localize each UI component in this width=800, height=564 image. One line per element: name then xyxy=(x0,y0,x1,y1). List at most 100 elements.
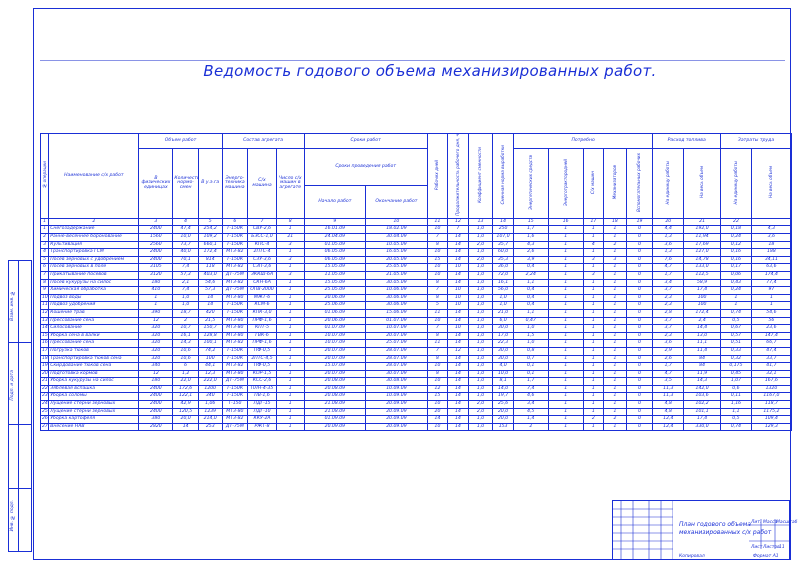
table-cell: 8 xyxy=(426,293,449,303)
table-cell: КПС-4 xyxy=(247,240,277,250)
table-cell: 20.05.09 xyxy=(365,255,428,265)
table-cell: 390 xyxy=(138,308,174,318)
table-cell: 1 xyxy=(547,270,584,280)
table-cell: 1 xyxy=(275,301,305,310)
table-cell: 70,1 xyxy=(172,255,199,265)
table-cell: 1 xyxy=(582,316,605,326)
table-cell: 14 xyxy=(447,407,469,417)
header-tractor: Энерго-техника машина xyxy=(221,147,249,220)
title-block: План годового объема механизированных с/… xyxy=(612,500,797,560)
table-cell: 16.05.09 xyxy=(365,248,428,257)
table-cell: 0,45 xyxy=(720,369,752,379)
table-cell: 12 xyxy=(138,316,174,326)
table-cell: 1 xyxy=(547,400,584,409)
table-cell: 01.09.09 xyxy=(303,415,367,424)
table-cell: 2,0 xyxy=(467,400,494,409)
table-cell: 14 xyxy=(447,308,469,318)
table-row: 13 Прессование сена 12 2 21,5 МТЗ-80 ПРФ-1,6 1 2… xyxy=(39,316,793,326)
table-cell: 320 xyxy=(138,339,174,348)
table-cell: 57,3 xyxy=(172,270,199,280)
table-cell: 1 xyxy=(275,331,305,341)
column-number: 10 xyxy=(365,218,428,227)
table-row: 24 Лущение стерни зерновых 2400 42,9 1,06 Т-1… xyxy=(39,400,793,409)
table-cell: 320 xyxy=(138,324,174,333)
table-cell: 1 xyxy=(547,248,584,257)
table-cell: 10 xyxy=(426,225,449,234)
table-cell: РЖТ-8 xyxy=(247,422,277,432)
table-cell: 0 xyxy=(625,255,654,265)
table-cell: 129,3 xyxy=(750,422,793,432)
table-cell: 2,9 xyxy=(652,346,685,356)
table-cell: 1 xyxy=(275,354,305,364)
table-cell: 24.04.09 xyxy=(303,233,367,242)
table-cell: КСМ-6 xyxy=(247,301,277,310)
table-cell: 133,0 xyxy=(683,263,722,272)
operation-name: Посев зерновых в поле xyxy=(48,263,140,272)
table-cell: 172,4 xyxy=(197,248,223,257)
column-number: 3 xyxy=(138,218,174,227)
table-cell: 20.09.09 xyxy=(365,407,428,417)
header-vol-norm: Количество нормо-смен xyxy=(172,147,199,220)
side-label-inv: Инв. № подл. xyxy=(10,500,15,532)
table-cell: 1 xyxy=(603,286,627,295)
operation-name: Лущение стерни зерновых xyxy=(48,407,140,417)
operation-name: Транспортировка ГСМ xyxy=(48,248,140,257)
table-cell: 25.05.09 xyxy=(365,263,428,272)
table-cell: 2,4 xyxy=(683,316,722,326)
table-cell: 30,0 xyxy=(492,346,514,356)
table-cell: Т-150К xyxy=(221,240,249,250)
table-cell: 25,6 xyxy=(492,400,514,409)
operation-name: Внесение НАВ xyxy=(48,422,140,432)
table-row: 1 Снегозадержание 2400 47,4 254,2 Т-150К СВУ-2… xyxy=(39,225,793,234)
table-cell: 1 xyxy=(603,346,627,356)
table-cell: 174,4 xyxy=(750,270,793,280)
table-row: 22 Зяблевая вспашка 2400 172,6 1200 Т-150К ПЛН… xyxy=(39,384,793,394)
header-need-aux: Вспомогательных рабочих xyxy=(636,152,642,212)
table-cell: 10 xyxy=(447,293,469,303)
table-cell: МТЗ-80 xyxy=(221,331,249,341)
table-cell: 340 xyxy=(197,392,223,402)
table-cell: 14,78 xyxy=(683,255,722,265)
table-cell: ПРФ-1,6 xyxy=(247,339,277,348)
table-cell: 17,4 xyxy=(683,286,722,295)
table-cell: МТЗ-82 xyxy=(221,278,249,288)
table-cell: 30.06.09 xyxy=(365,301,428,310)
table-cell: 320 xyxy=(138,331,174,341)
operation-name: Посев кукурузы на силос xyxy=(48,278,140,288)
table-cell: 2,0 xyxy=(467,240,494,250)
table-cell: 1,0 xyxy=(467,362,494,371)
table-cell: 1 xyxy=(39,225,50,234)
table-cell: 44,1 xyxy=(197,362,223,371)
table-cell: ЛДГ-15 xyxy=(247,400,277,409)
column-number: 13 xyxy=(467,218,494,227)
table-cell: 12,4 xyxy=(652,422,685,432)
table-cell: 14 xyxy=(447,233,469,242)
table-cell: 10 xyxy=(426,422,449,432)
column-number: 12 xyxy=(447,218,469,227)
table-cell: 0,16 xyxy=(720,248,752,257)
operation-name: Культивация xyxy=(48,240,140,250)
table-cell: 0 xyxy=(625,308,654,318)
table-cell: 0,74 xyxy=(720,308,752,318)
table-cell: 2400 xyxy=(138,225,174,234)
table-cell: 2400 xyxy=(138,255,174,265)
table-row: 20 Подготовка кормов 12 1,2 12,3 МТЗ-80 КОР-1,… xyxy=(39,369,793,379)
table-cell: 1 xyxy=(582,308,605,318)
table-cell: 28.07.09 xyxy=(365,362,428,371)
operation-name: Уборка сена в валки xyxy=(48,331,140,341)
column-number: 7 xyxy=(247,218,277,227)
table-cell: 1,06 xyxy=(197,400,223,409)
table-cell: 1 xyxy=(582,400,605,409)
table-cell: 30.07.09 xyxy=(365,369,428,379)
header-sh-machine: С/х машина xyxy=(247,147,277,220)
table-cell: 1 xyxy=(275,407,305,417)
operation-name: Уборка картофеля xyxy=(48,415,140,424)
table-cell: 0 xyxy=(625,354,654,364)
table-cell: 1 xyxy=(547,407,584,417)
table-cell: 18,7 xyxy=(172,308,199,318)
table-cell: 01.05.09 xyxy=(303,240,367,250)
table-cell: 14 xyxy=(39,324,50,333)
table-cell: 1 xyxy=(603,354,627,364)
table-cell: 1,0 xyxy=(467,225,494,234)
table-cell: 10,0 xyxy=(492,369,514,379)
